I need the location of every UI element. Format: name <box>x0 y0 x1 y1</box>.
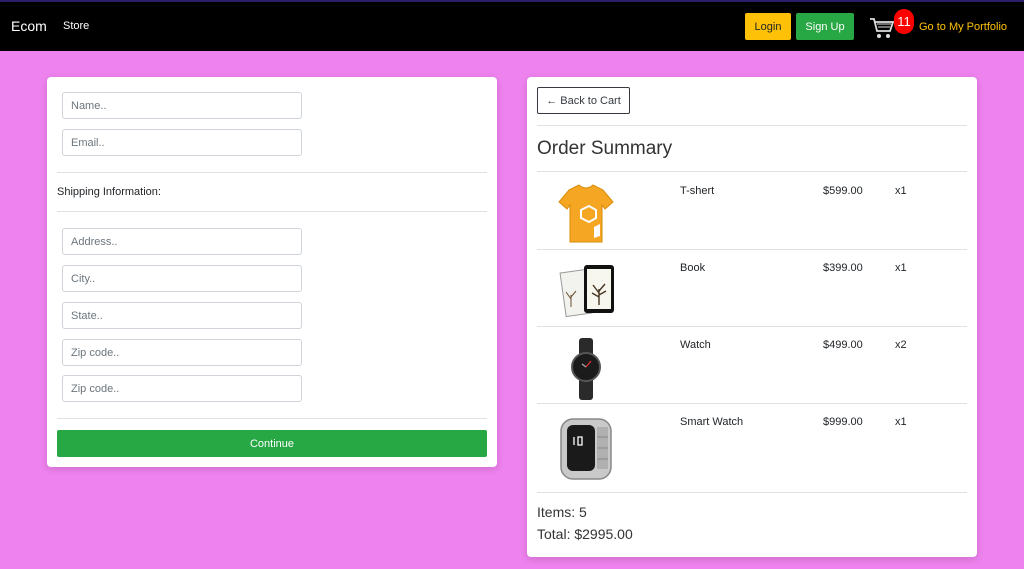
zip-input-2[interactable] <box>62 375 302 402</box>
item-quantity: x1 <box>895 262 907 274</box>
back-to-cart-button[interactable]: ← Back to Cart <box>537 87 630 114</box>
zip-input[interactable] <box>62 339 302 366</box>
divider <box>537 125 967 126</box>
store-link[interactable]: Store <box>63 20 89 32</box>
cart-count-badge: 11 <box>894 9 914 34</box>
item-name: Smart Watch <box>680 416 744 428</box>
smart-watch-image <box>560 418 612 480</box>
summary-title: Order Summary <box>537 138 673 159</box>
item-quantity: x1 <box>895 416 907 428</box>
divider <box>537 171 967 172</box>
portfolio-link[interactable]: Go to My Portfolio <box>919 21 1007 33</box>
item-name: Watch <box>680 339 711 351</box>
cart-icon[interactable] <box>869 16 895 40</box>
item-quantity: x1 <box>895 185 907 197</box>
items-count: Items: 5 <box>537 504 587 520</box>
divider <box>57 172 487 173</box>
divider <box>537 403 967 404</box>
address-input[interactable] <box>62 228 302 255</box>
item-price: $399.00 <box>823 262 863 274</box>
divider <box>57 418 487 419</box>
tshirt-image <box>558 184 614 243</box>
shipping-label: Shipping Information: <box>57 186 161 198</box>
navbar: Ecom Store Login Sign Up 11 Go to My Por… <box>0 0 1024 51</box>
checkout-form-panel: Shipping Information: Continue <box>47 77 497 467</box>
email-input[interactable] <box>62 129 302 156</box>
divider <box>537 326 967 327</box>
item-quantity: x2 <box>895 339 907 351</box>
city-input[interactable] <box>62 265 302 292</box>
watch-image <box>571 338 601 400</box>
continue-button[interactable]: Continue <box>57 430 487 457</box>
state-input[interactable] <box>62 302 302 329</box>
divider <box>57 211 487 212</box>
item-name: T-shert <box>680 185 715 197</box>
divider <box>537 249 967 250</box>
item-price: $999.00 <box>823 416 863 428</box>
login-button[interactable]: Login <box>745 13 791 40</box>
divider <box>537 492 967 493</box>
brand-link[interactable]: Ecom <box>11 18 47 34</box>
item-name: Book <box>680 262 706 274</box>
signup-button[interactable]: Sign Up <box>796 13 854 40</box>
order-total: Total: $2995.00 <box>537 526 633 542</box>
item-price: $499.00 <box>823 339 863 351</box>
item-price: $599.00 <box>823 185 863 197</box>
book-image <box>559 265 614 318</box>
name-input[interactable] <box>62 92 302 119</box>
order-summary-panel: ← Back to Cart Order Summary T-shert $59… <box>527 77 977 557</box>
